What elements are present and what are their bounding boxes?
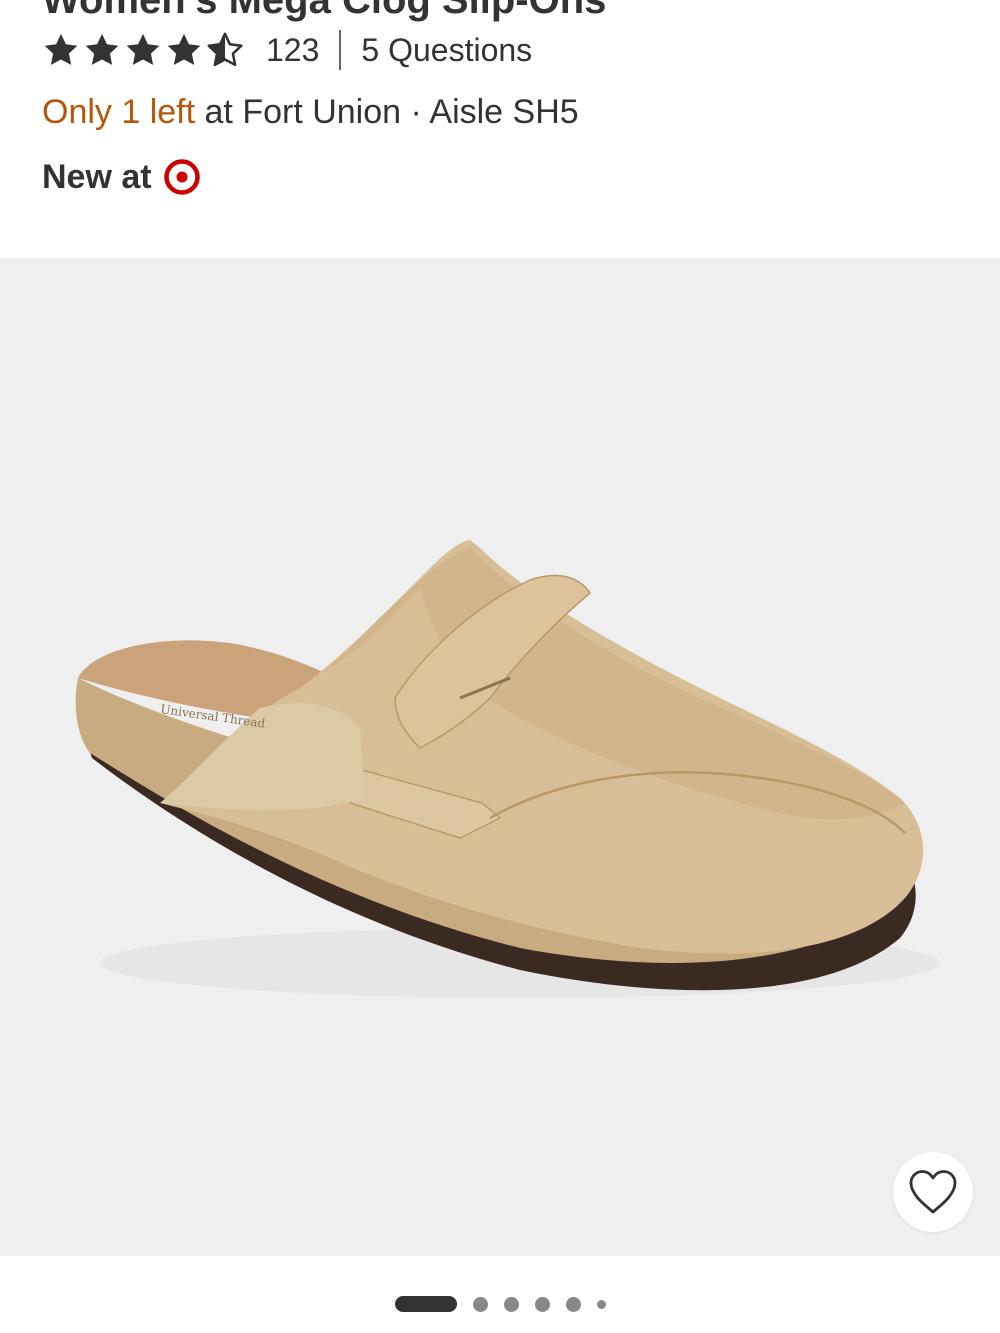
new-label: New at [42,158,152,196]
rating-row: 123 5 Questions [42,28,532,72]
pagination-dot-active[interactable] [394,1296,457,1312]
carousel-pagination [0,1296,1000,1312]
favorite-button[interactable] [893,1152,973,1232]
pagination-dot[interactable] [596,1299,606,1309]
product-title: Women's Mega Clog Slip-Ons [42,0,607,22]
pagination-dot[interactable] [503,1296,519,1312]
target-logo-icon [163,159,200,195]
product-image: Universal Thread [75,540,940,998]
questions-link[interactable]: 5 Questions [361,28,532,72]
pagination-dot[interactable] [534,1296,550,1312]
store-location: at Fort Union · Aisle SH5 [195,93,579,131]
pagination-dot[interactable] [472,1296,488,1312]
heart-outline-icon [909,1170,957,1214]
star-full-icon [126,33,160,65]
new-at-badge: New at [42,155,200,199]
star-full-icon [44,33,78,65]
review-count[interactable]: 123 [266,28,319,72]
star-full-icon [85,33,119,65]
star-rating[interactable] [42,31,244,69]
pagination-dot[interactable] [565,1296,581,1312]
store-availability[interactable]: Only 1 left at Fort Union · Aisle SH5 [42,90,579,134]
star-full-icon [167,33,201,65]
star-half-icon [207,32,243,67]
stock-count: Only 1 left [42,93,196,131]
product-image-carousel[interactable]: Universal Thread [0,258,1000,1256]
divider [339,30,342,70]
